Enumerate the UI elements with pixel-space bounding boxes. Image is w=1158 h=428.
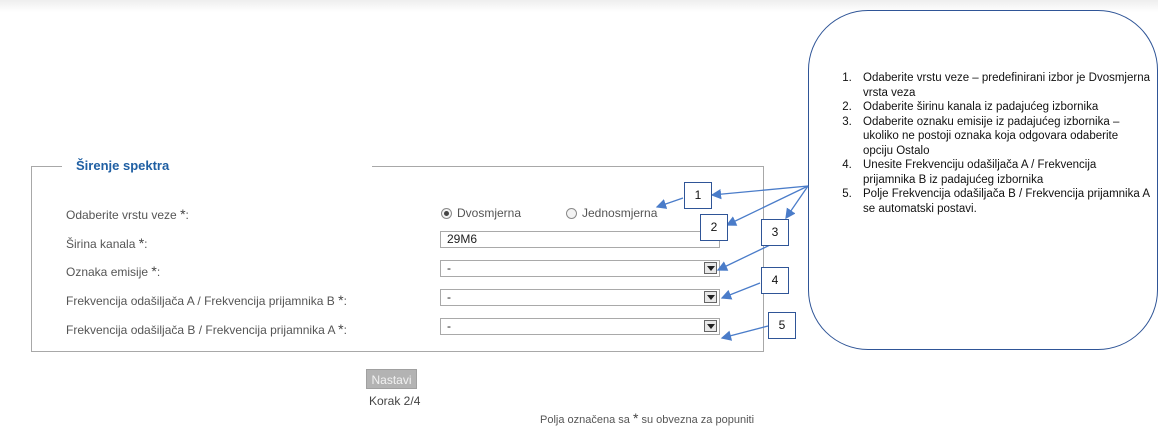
marker-1: 1 bbox=[684, 182, 712, 209]
marker-2: 2 bbox=[700, 214, 728, 241]
arrow-4-to-select bbox=[720, 282, 761, 300]
arrow-5-to-select bbox=[720, 325, 769, 341]
marker-3: 3 bbox=[761, 219, 789, 246]
marker-5: 5 bbox=[768, 312, 796, 339]
marker-4: 4 bbox=[761, 267, 789, 294]
annotation-arrows bbox=[655, 185, 809, 341]
arrow-1-to-radio bbox=[655, 197, 684, 209]
